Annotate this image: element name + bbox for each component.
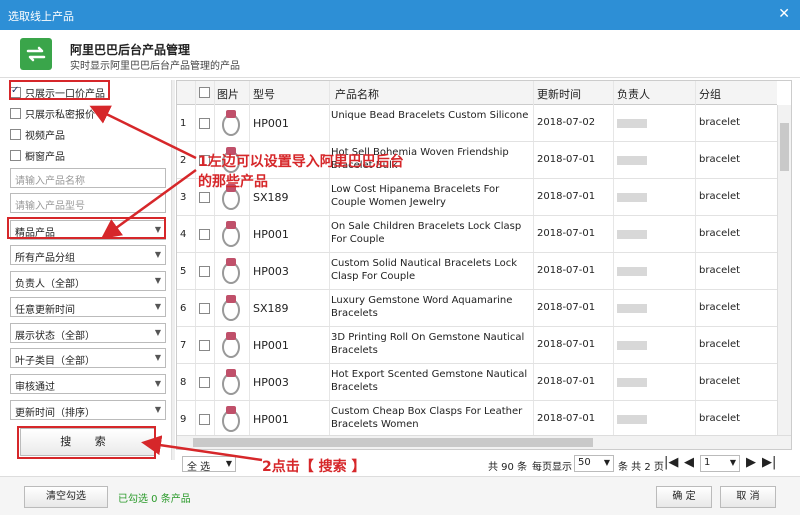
annotation-text-2: 2点击【 搜索 】 [262, 459, 366, 475]
arrow-to-checkbox [89, 105, 197, 160]
annotation-arrows [89, 105, 263, 462]
annotation-text-1b: 的那些产品 [198, 174, 268, 190]
arrow-to-search [141, 435, 263, 462]
arrow-to-select [100, 168, 197, 239]
annotation-text-1a: 1左边可以设置导入阿里巴巴后台 [198, 154, 404, 170]
